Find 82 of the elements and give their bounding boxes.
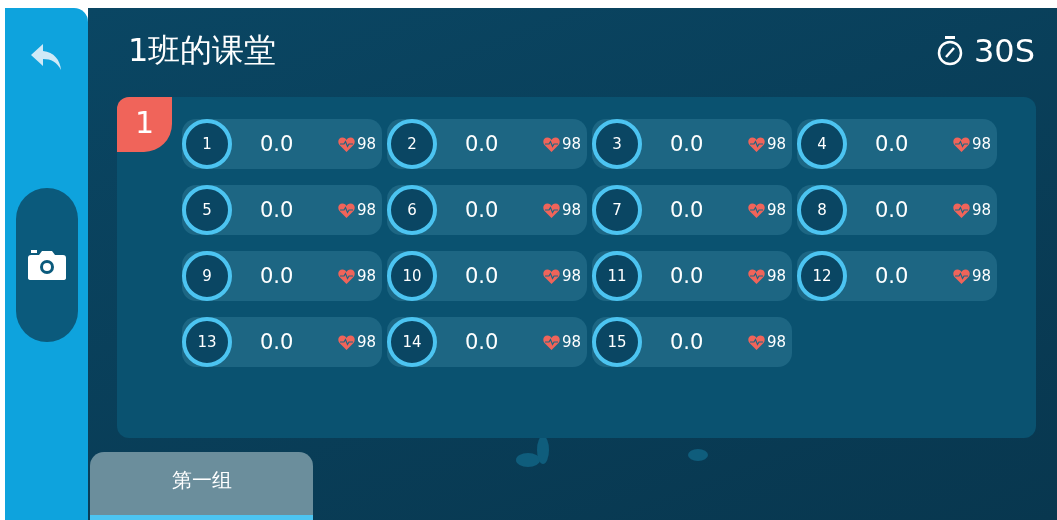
score-text: 0.0 xyxy=(670,198,705,222)
heart-rate-icon xyxy=(337,202,355,218)
heart-rate-text: 98 xyxy=(561,333,581,351)
student-number: 10 xyxy=(387,251,437,301)
group-tab[interactable]: 第一组 xyxy=(90,452,313,520)
heart-rate-icon xyxy=(542,202,560,218)
student-card[interactable]: 4 0.0 98 xyxy=(797,119,997,169)
timer-text: 30S xyxy=(973,32,1035,70)
heart-rate-icon xyxy=(952,202,970,218)
student-card[interactable]: 14 0.0 98 xyxy=(387,317,587,367)
student-number: 15 xyxy=(592,317,642,367)
heart-rate-text: 98 xyxy=(356,201,376,219)
student-number: 13 xyxy=(182,317,232,367)
heart-rate-text: 98 xyxy=(766,267,786,285)
heart-rate-text: 98 xyxy=(356,135,376,153)
student-number: 4 xyxy=(797,119,847,169)
score-text: 0.0 xyxy=(670,330,705,354)
student-card[interactable]: 9 0.0 98 xyxy=(182,251,382,301)
heart-rate-icon xyxy=(542,136,560,152)
student-number: 6 xyxy=(387,185,437,235)
student-number: 2 xyxy=(387,119,437,169)
student-number: 14 xyxy=(387,317,437,367)
heart-rate-text: 98 xyxy=(971,267,991,285)
student-number: 8 xyxy=(797,185,847,235)
score-text: 0.0 xyxy=(465,264,500,288)
heart-rate-text: 98 xyxy=(766,201,786,219)
heart-rate-icon xyxy=(337,268,355,284)
student-card[interactable]: 2 0.0 98 xyxy=(387,119,587,169)
score-text: 0.0 xyxy=(260,198,295,222)
student-card[interactable]: 11 0.0 98 xyxy=(592,251,792,301)
camera-icon xyxy=(26,249,67,281)
heart-rate-text: 98 xyxy=(971,135,991,153)
score-text: 0.0 xyxy=(260,132,295,156)
heart-rate-icon xyxy=(542,334,560,350)
student-number: 3 xyxy=(592,119,642,169)
back-arrow-icon xyxy=(30,44,63,70)
score-text: 0.0 xyxy=(465,132,500,156)
heart-rate-icon xyxy=(952,136,970,152)
student-card[interactable]: 6 0.0 98 xyxy=(387,185,587,235)
heart-rate-icon xyxy=(542,268,560,284)
student-card[interactable]: 7 0.0 98 xyxy=(592,185,792,235)
stopwatch-icon xyxy=(935,36,964,66)
score-text: 0.0 xyxy=(875,132,910,156)
heart-rate-text: 98 xyxy=(356,267,376,285)
student-card[interactable]: 10 0.0 98 xyxy=(387,251,587,301)
heart-rate-icon xyxy=(747,268,765,284)
heart-rate-text: 98 xyxy=(561,201,581,219)
student-card[interactable]: 3 0.0 98 xyxy=(592,119,792,169)
heart-rate-text: 98 xyxy=(766,333,786,351)
student-number: 11 xyxy=(592,251,642,301)
group-badge: 1 xyxy=(117,97,172,152)
score-text: 0.0 xyxy=(670,132,705,156)
heart-rate-text: 98 xyxy=(561,135,581,153)
score-text: 0.0 xyxy=(875,264,910,288)
heart-rate-text: 98 xyxy=(356,333,376,351)
heart-rate-icon xyxy=(747,136,765,152)
heart-rate-icon xyxy=(952,268,970,284)
score-text: 0.0 xyxy=(875,198,910,222)
student-number: 7 xyxy=(592,185,642,235)
student-number: 9 xyxy=(182,251,232,301)
heart-rate-text: 98 xyxy=(766,135,786,153)
score-text: 0.0 xyxy=(465,330,500,354)
student-card[interactable]: 5 0.0 98 xyxy=(182,185,382,235)
student-number: 12 xyxy=(797,251,847,301)
class-title: 1班的课堂 xyxy=(128,30,277,71)
student-number: 5 xyxy=(182,185,232,235)
score-text: 0.0 xyxy=(260,264,295,288)
student-number: 1 xyxy=(182,119,232,169)
heart-rate-text: 98 xyxy=(971,201,991,219)
student-card[interactable]: 12 0.0 98 xyxy=(797,251,997,301)
score-text: 0.0 xyxy=(465,198,500,222)
heart-rate-icon xyxy=(337,136,355,152)
heart-rate-icon xyxy=(337,334,355,350)
student-card[interactable]: 8 0.0 98 xyxy=(797,185,997,235)
heart-rate-text: 98 xyxy=(561,267,581,285)
student-card[interactable]: 1 0.0 98 xyxy=(182,119,382,169)
student-card[interactable]: 15 0.0 98 xyxy=(592,317,792,367)
score-text: 0.0 xyxy=(670,264,705,288)
score-text: 0.0 xyxy=(260,330,295,354)
heart-rate-icon xyxy=(747,202,765,218)
heart-rate-icon xyxy=(747,334,765,350)
student-card[interactable]: 13 0.0 98 xyxy=(182,317,382,367)
